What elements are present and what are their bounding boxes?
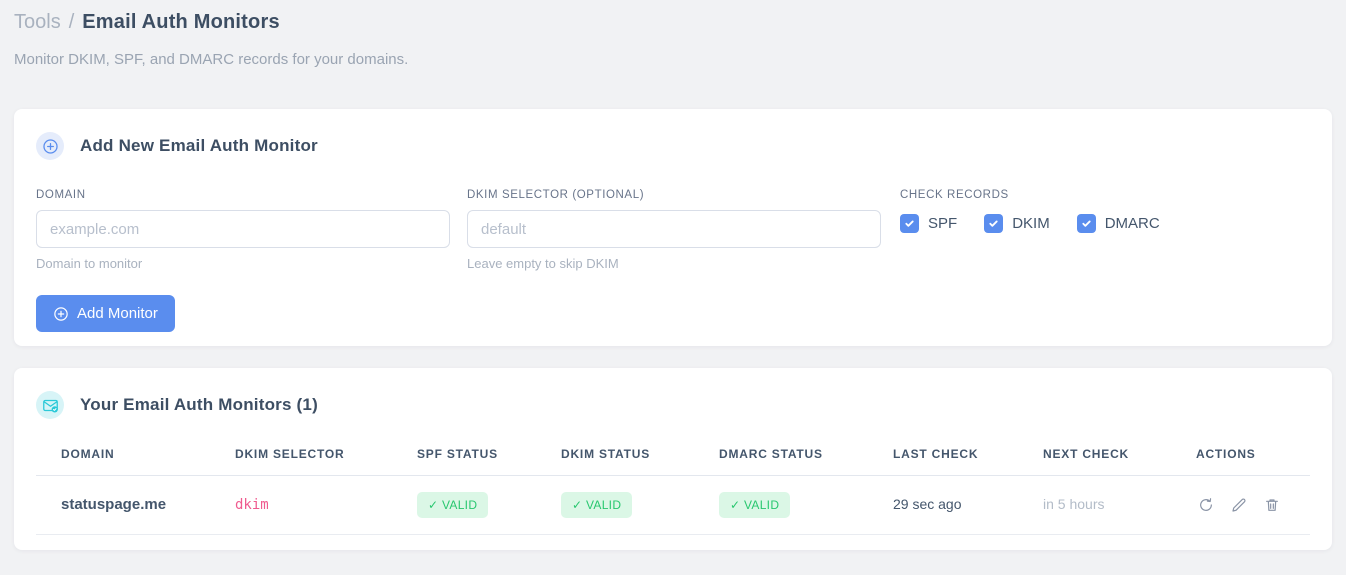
monitors-card: Your Email Auth Monitors (1) DOMAIN DKIM…: [14, 368, 1332, 550]
add-monitor-button[interactable]: Add Monitor: [36, 295, 175, 332]
row-actions: [1196, 495, 1306, 515]
breadcrumb-tools[interactable]: Tools: [14, 11, 61, 34]
last-check-value: 29 sec ago: [893, 496, 962, 512]
dmarc-status-badge: ✓ VALID: [719, 492, 791, 518]
dkim-checkbox-box-checked[interactable]: [984, 214, 1004, 233]
dkim-selector-hint: Leave empty to skip DKIM: [467, 256, 619, 271]
add-monitor-title: Add New Email Auth Monitor: [80, 136, 318, 155]
dkim-checkbox[interactable]: DKIM: [984, 214, 1050, 233]
edit-icon: [1232, 498, 1246, 512]
edit-button[interactable]: [1229, 495, 1249, 515]
col-domain: DOMAIN: [36, 445, 235, 476]
page-title: Email Auth Monitors: [82, 11, 280, 33]
dmarc-checkbox-label: DMARC: [1104, 215, 1160, 232]
spf-checkbox-label: SPF: [928, 215, 958, 232]
col-next-check: NEXT CHECK: [1043, 445, 1196, 476]
dmarc-checkbox-box-checked[interactable]: [1076, 214, 1096, 233]
check-records-group: CHECK RECORDS SPF DKIM DMARC: [900, 189, 1160, 271]
check-icon: [905, 220, 914, 227]
breadcrumb: Tools / Email Auth Monitors: [14, 0, 1332, 34]
table-row: statuspage.me dkim ✓ VALID ✓ VALID ✓ VAL…: [36, 475, 1310, 535]
check-icon: [989, 220, 998, 227]
check-records-label: CHECK RECORDS: [900, 189, 1009, 201]
col-dmarc-status: DMARC STATUS: [719, 445, 893, 476]
col-dkim-selector: DKIM SELECTOR: [235, 445, 417, 476]
add-monitor-button-label: Add Monitor: [77, 305, 158, 322]
refresh-icon: [1200, 498, 1212, 511]
spf-status-badge: ✓ VALID: [417, 492, 489, 518]
col-spf-status: SPF STATUS: [417, 445, 561, 476]
spf-checkbox-box-checked[interactable]: [900, 214, 919, 233]
dkim-selector-input[interactable]: [467, 210, 881, 248]
breadcrumb-separator: /: [68, 11, 75, 33]
domain-label: DOMAIN: [36, 189, 86, 201]
spf-checkbox[interactable]: SPF: [900, 214, 957, 233]
monitor-domain: statuspage.me: [61, 496, 167, 513]
check-records-row: SPF DKIM DMARC: [900, 214, 1160, 233]
col-dkim-status: DKIM STATUS: [561, 445, 719, 476]
plus-circle-icon: [54, 306, 68, 321]
dkim-selector-field-group: DKIM SELECTOR (OPTIONAL) Leave empty to …: [467, 189, 881, 271]
col-actions: ACTIONS: [1196, 445, 1310, 476]
page: Tools / Email Auth Monitors Monitor DKIM…: [0, 0, 1346, 550]
dmarc-checkbox[interactable]: DMARC: [1076, 214, 1160, 233]
delete-button[interactable]: [1262, 495, 1282, 515]
delete-icon: [1266, 499, 1278, 511]
add-monitor-card-header: Add New Email Auth Monitor: [36, 132, 1310, 160]
next-check-value: in 5 hours: [1043, 496, 1105, 512]
add-monitor-card: Add New Email Auth Monitor DOMAIN Domain…: [14, 109, 1332, 346]
monitors-card-header: Your Email Auth Monitors (1): [36, 391, 1310, 419]
dkim-selector-label: DKIM SELECTOR (OPTIONAL): [467, 189, 645, 201]
dkim-status-badge: ✓ VALID: [561, 492, 633, 518]
col-last-check: LAST CHECK: [893, 445, 1043, 476]
refresh-button[interactable]: [1196, 495, 1216, 515]
table-header-row: DOMAIN DKIM SELECTOR SPF STATUS DKIM STA…: [36, 445, 1310, 476]
dkim-checkbox-label: DKIM: [1012, 215, 1050, 232]
domain-hint: Domain to monitor: [36, 256, 143, 271]
page-subtitle: Monitor DKIM, SPF, and DMARC records for…: [14, 51, 409, 68]
domain-field-group: DOMAIN Domain to monitor: [36, 189, 450, 271]
monitors-table: DOMAIN DKIM SELECTOR SPF STATUS DKIM STA…: [36, 445, 1310, 535]
plus-circle-icon: [36, 132, 64, 160]
monitor-dkim-selector: dkim: [235, 497, 269, 513]
email-check-icon: [36, 391, 64, 419]
add-monitor-form: DOMAIN Domain to monitor DKIM SELECTOR (…: [36, 189, 1310, 271]
monitors-title: Your Email Auth Monitors (1): [80, 395, 318, 414]
check-icon: [1082, 220, 1091, 227]
domain-input[interactable]: [36, 210, 450, 248]
